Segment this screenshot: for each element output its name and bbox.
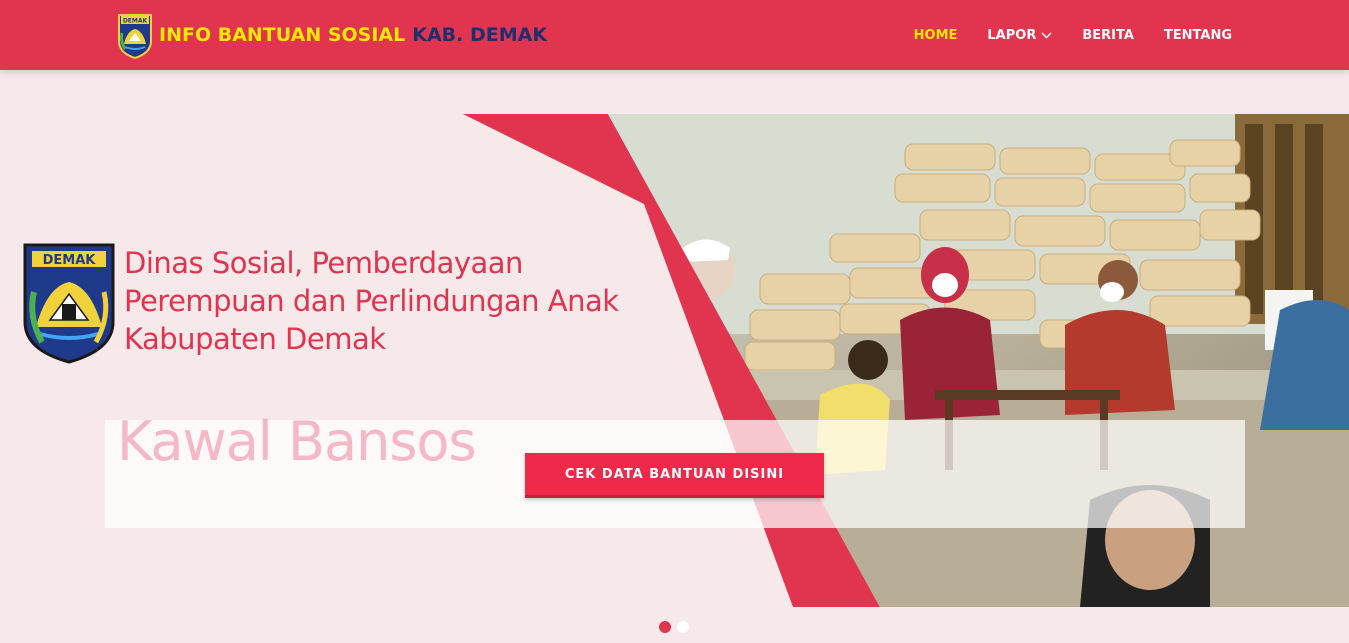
- nav-tentang[interactable]: TENTANG: [1164, 28, 1232, 43]
- slider-dots: [659, 621, 695, 633]
- brand-link[interactable]: DEMAK INFO BANTUAN SOSIAL KAB. DEMAK: [117, 10, 547, 60]
- demak-emblem: DEMAK: [23, 243, 115, 364]
- brand-region: KAB. DEMAK: [412, 24, 548, 46]
- org-heading: DEMAK Dinas Sosial, Pemberdayaan Perempu…: [22, 242, 619, 364]
- demak-logo: DEMAK: [118, 14, 152, 59]
- nav-tentang-label: TENTANG: [1163, 27, 1232, 43]
- cek-data-button[interactable]: CEK DATA BANTUAN DISINI: [525, 453, 824, 498]
- nav-lapor[interactable]: LAPOR: [987, 28, 1052, 43]
- org-name-line-1: Dinas Sosial, Pemberdayaan: [124, 246, 523, 280]
- org-name-line-2: Perempuan dan Perlindungan Anak: [124, 284, 619, 318]
- slide-dot-2[interactable]: [677, 621, 689, 633]
- main-nav: HOME LAPOR BERITA TENTANG: [884, 0, 1232, 70]
- navbar: DEMAK INFO BANTUAN SOSIAL KAB. DEMAK HOM…: [0, 0, 1349, 70]
- chevron-down-icon: [1041, 32, 1052, 38]
- nav-lapor-label: LAPOR: [987, 27, 1037, 43]
- org-name-line-3: Kabupaten Demak: [124, 322, 386, 356]
- org-name: Dinas Sosial, Pemberdayaan Perempuan dan…: [124, 244, 619, 358]
- logo-text: DEMAK: [123, 18, 148, 25]
- nav-home-label: HOME: [913, 27, 958, 43]
- nav-berita-label: BERITA: [1082, 27, 1134, 43]
- nav-home[interactable]: HOME: [914, 28, 958, 43]
- tagline: Kawal Bansos: [117, 410, 477, 473]
- brand-title: INFO BANTUAN SOSIAL: [159, 24, 406, 46]
- nav-berita[interactable]: BERITA: [1082, 28, 1134, 43]
- hero-slider: DEMAK Dinas Sosial, Pemberdayaan Perempu…: [0, 70, 1349, 643]
- emblem-text: DEMAK: [43, 253, 97, 268]
- slide-dot-1[interactable]: [659, 621, 671, 633]
